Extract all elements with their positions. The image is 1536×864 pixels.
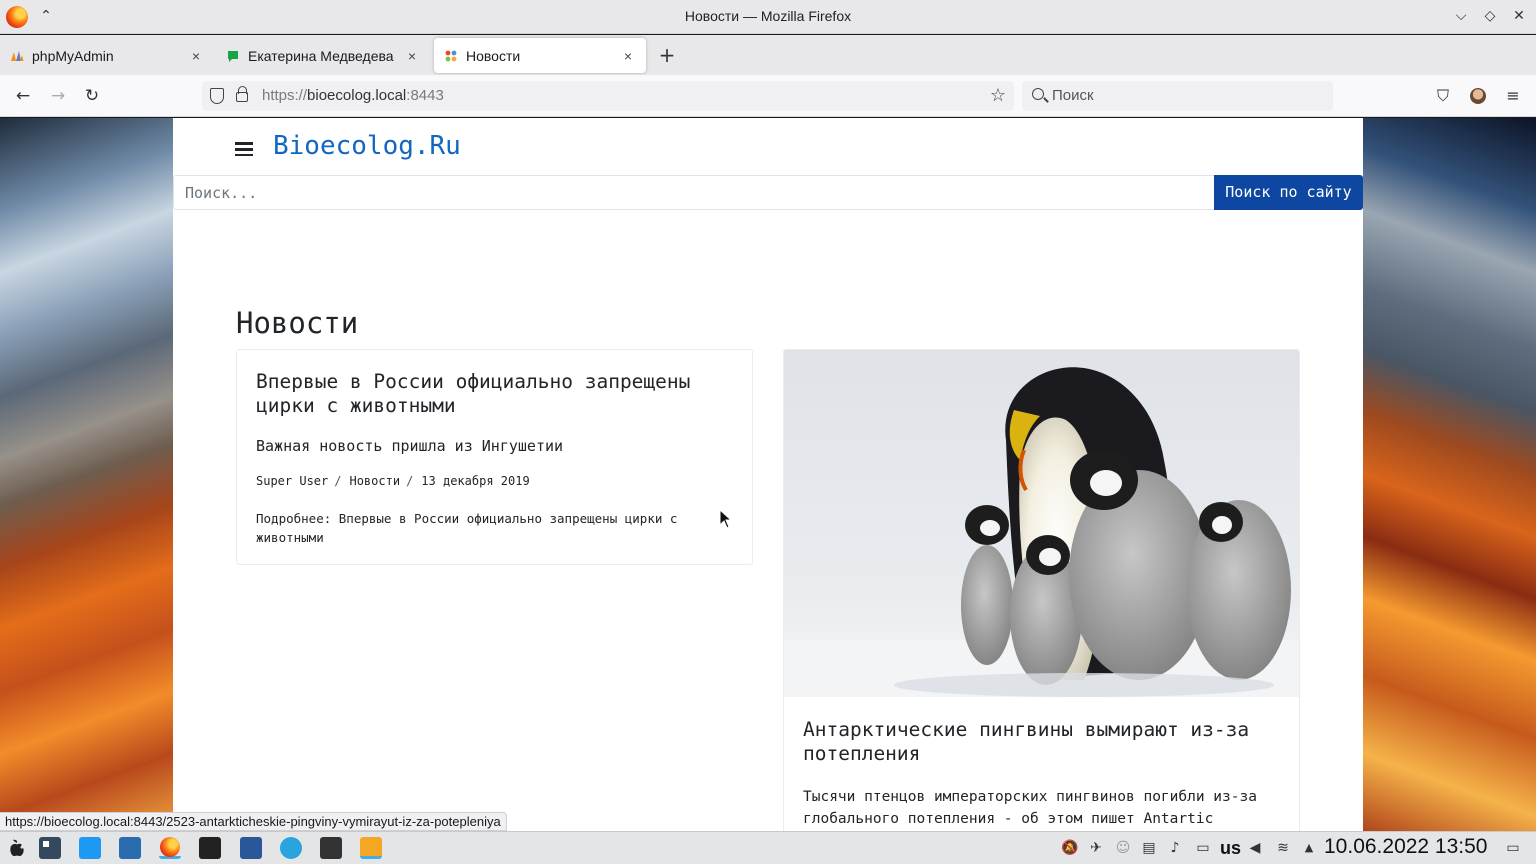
maximize-button[interactable]: ◇ xyxy=(1480,6,1500,26)
joomla-icon xyxy=(445,50,457,61)
wifi-icon[interactable]: ≋ xyxy=(1274,839,1292,857)
tab-strip: phpMyAdmin × Екатерина Медведева - × Нов… xyxy=(0,35,1536,75)
user-tray-icon[interactable]: ☺ xyxy=(1114,839,1132,857)
web-page: Bioecolog.Ru Поиск по сайту Новости Впер… xyxy=(173,118,1363,831)
sublime-text-icon[interactable] xyxy=(360,837,382,859)
tab-chat[interactable]: Екатерина Медведева - × xyxy=(216,38,430,73)
lock-icon[interactable] xyxy=(236,86,248,102)
text-editor-icon[interactable] xyxy=(320,837,342,859)
article-author: Super User xyxy=(256,474,329,488)
site-search-form: Поиск по сайту xyxy=(173,175,1363,210)
chat-icon xyxy=(228,50,238,62)
read-more-link[interactable]: Подробнее: Впервые в России официально з… xyxy=(256,509,716,547)
article-lead: Тысячи птенцов императорских пингвинов п… xyxy=(803,789,1257,827)
minimize-button[interactable]: ⌵ xyxy=(1451,6,1471,26)
article-title-link[interactable]: Впервые в России официально запрещены ци… xyxy=(256,370,736,418)
word-processor-icon[interactable] xyxy=(240,837,262,859)
storage-icon[interactable]: ▭ xyxy=(1194,839,1212,857)
status-link-preview: https://bioecolog.local:8443/2523-antark… xyxy=(0,812,507,831)
reload-button[interactable]: ↻ xyxy=(81,85,103,107)
meta-separator: / xyxy=(334,474,342,488)
article-category-link[interactable]: Новости xyxy=(349,474,400,488)
window-titlebar: ⌃ Новости — Mozilla Firefox ⌵ ◇ ✕ xyxy=(0,0,1536,34)
article-card: Антарктические пингвины вымирают из-за п… xyxy=(783,349,1300,831)
app-launcher-icon[interactable] xyxy=(6,837,28,859)
tracking-shield-icon[interactable] xyxy=(210,88,224,104)
account-avatar-icon[interactable] xyxy=(1467,85,1489,107)
pocket-icon[interactable]: ⛉ xyxy=(1432,85,1454,107)
background-image-left xyxy=(0,118,173,831)
clock[interactable]: 10.06.2022 13:50 xyxy=(1324,835,1488,859)
keyboard-layout-indicator[interactable]: us xyxy=(1220,838,1241,859)
telegram-tray-icon[interactable]: ✈ xyxy=(1087,839,1105,857)
app-menu-button[interactable]: ≡ xyxy=(1502,85,1524,107)
window-title: Новости — Mozilla Firefox xyxy=(684,8,852,24)
browser-content: Bioecolog.Ru Поиск по сайту Новости Впер… xyxy=(0,118,1536,831)
site-header: Bioecolog.Ru xyxy=(173,118,1363,175)
browser-search-placeholder: Поиск xyxy=(1052,87,1094,104)
tab-label: phpMyAdmin xyxy=(32,47,114,64)
forward-button[interactable]: → xyxy=(47,85,69,107)
article-lead: Важная новость пришла из Ингушетии xyxy=(256,437,564,455)
meta-separator: / xyxy=(406,474,414,488)
article-title-link[interactable]: Антарктические пингвины вымирают из-за п… xyxy=(803,718,1283,766)
url-port: :8443 xyxy=(406,87,444,104)
navigation-toolbar: ← → ↻ https://bioecolog.local:8443 ☆ Пои… xyxy=(0,75,1536,117)
show-desktop-icon[interactable]: ▭ xyxy=(1504,839,1522,857)
tab-close-icon[interactable]: × xyxy=(404,48,420,64)
clipboard-icon[interactable]: ▤ xyxy=(1140,839,1158,857)
site-search-button[interactable]: Поиск по сайту xyxy=(1214,175,1363,210)
close-window-button[interactable]: ✕ xyxy=(1509,6,1529,26)
taskbar-firefox-icon[interactable] xyxy=(159,837,181,859)
tab-label: Екатерина Медведева - xyxy=(248,47,398,64)
background-image-right xyxy=(1363,118,1536,831)
volume-icon[interactable]: ♪ xyxy=(1166,839,1184,857)
taskbar: 🔕 ✈ ☺ ▤ ♪ ▭ us ◀ ≋ ▲ 10.06.2022 13:50 ▭ xyxy=(0,831,1536,864)
tab-close-icon[interactable]: × xyxy=(620,48,636,64)
notifications-muted-icon[interactable]: 🔕 xyxy=(1061,839,1079,857)
site-logo[interactable]: Bioecolog.Ru xyxy=(273,131,461,161)
telegram-icon[interactable] xyxy=(280,837,302,859)
url-host: bioecolog.local xyxy=(307,87,407,104)
url-text[interactable]: https://bioecolog.local:8443 xyxy=(262,87,444,104)
discover-store-icon[interactable] xyxy=(79,837,101,859)
phpmyadmin-icon xyxy=(11,50,24,61)
emperor-penguins-photo[interactable] xyxy=(784,350,1299,697)
back-button[interactable]: ← xyxy=(12,85,34,107)
new-tab-button[interactable]: + xyxy=(656,44,678,66)
bookmark-star-icon[interactable]: ☆ xyxy=(990,85,1006,106)
tray-expand-icon[interactable]: ▲ xyxy=(1300,839,1318,857)
tab-phpmyadmin[interactable]: phpMyAdmin × xyxy=(0,38,214,73)
tab-label: Новости xyxy=(466,47,521,64)
url-scheme: https:// xyxy=(262,87,308,104)
mouse-cursor-icon xyxy=(719,509,733,529)
article-date: 13 декабря 2019 xyxy=(421,474,530,488)
page-title: Новости xyxy=(236,306,359,340)
desktop-switcher-icon[interactable] xyxy=(39,837,61,859)
volume-speaker-icon[interactable]: ◀ xyxy=(1246,839,1264,857)
hamburger-menu-icon[interactable] xyxy=(235,142,253,156)
browser-search-bar[interactable]: Поиск xyxy=(1022,81,1333,111)
article-meta: Super User / Новости / 13 декабря 2019 xyxy=(256,474,530,488)
article-card: Впервые в России официально запрещены ци… xyxy=(236,349,753,565)
tab-news[interactable]: Новости × xyxy=(434,38,646,73)
search-icon xyxy=(1032,88,1044,100)
tab-close-icon[interactable]: × xyxy=(188,48,204,64)
url-bar[interactable]: https://bioecolog.local:8443 ☆ xyxy=(202,81,1014,111)
terminal-icon[interactable] xyxy=(199,837,221,859)
file-manager-icon[interactable] xyxy=(119,837,141,859)
site-search-input[interactable] xyxy=(173,175,1215,210)
